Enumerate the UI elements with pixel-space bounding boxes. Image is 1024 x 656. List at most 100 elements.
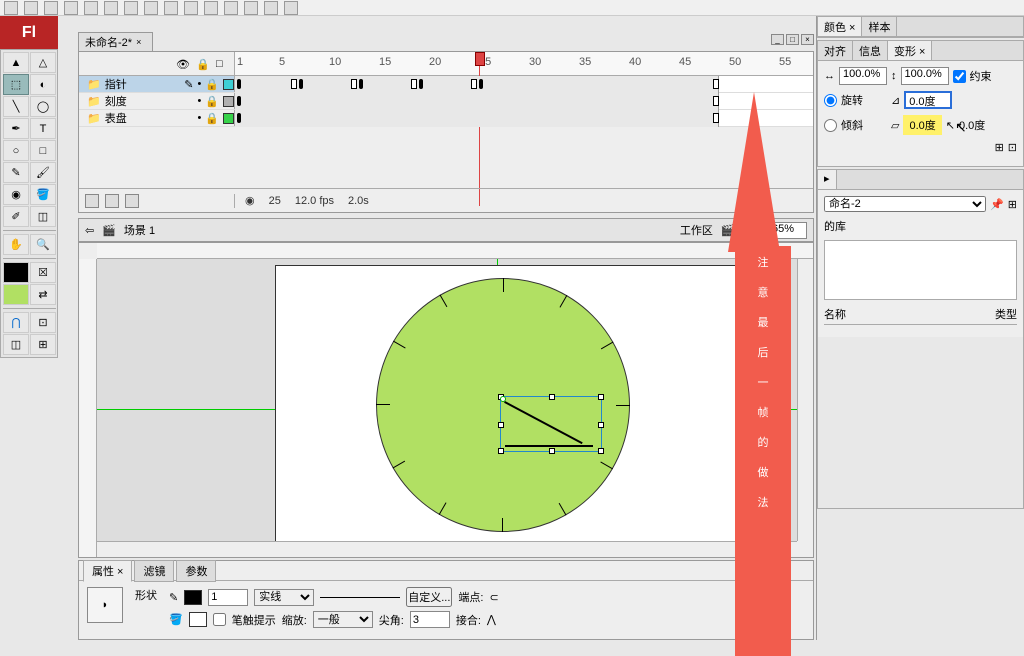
document-tab[interactable]: 未命名-2* × [78, 32, 153, 51]
gradient-tool[interactable]: ◐ [30, 74, 56, 95]
menu-icon[interactable] [284, 1, 298, 15]
stroke-style[interactable]: 实线 [254, 589, 314, 606]
onion-icon[interactable]: ◉ [245, 194, 255, 207]
layer-row-dial[interactable]: 📁表盘•🔒 [79, 110, 813, 127]
scale-select[interactable]: 一般 [313, 611, 373, 628]
snap-tool[interactable]: ⋂ [3, 312, 29, 333]
restore-icon[interactable]: □ [786, 34, 799, 45]
workspace-label[interactable]: 工作区 [680, 222, 713, 238]
text-tool[interactable]: T [30, 118, 56, 139]
opt-tool[interactable]: ⊡ [30, 312, 56, 333]
copy-transform-icon[interactable]: ⊞ [995, 141, 1004, 154]
menu-icon[interactable] [24, 1, 38, 15]
opt-tool2[interactable]: ◫ [3, 334, 29, 355]
stroke-width[interactable] [208, 589, 248, 606]
ink-tool[interactable]: ◉ [3, 184, 29, 205]
menu-icon[interactable] [264, 1, 278, 15]
menu-icon[interactable] [64, 1, 78, 15]
lasso-tool[interactable]: ◯ [30, 96, 56, 117]
reset-transform-icon[interactable]: ⊡ [1008, 141, 1017, 154]
col-name[interactable]: 名称 [824, 306, 991, 322]
selection-tool[interactable]: ▲ [3, 52, 29, 73]
lock-icon[interactable]: 🔒 [196, 58, 208, 70]
selection-bbox[interactable] [500, 396, 602, 452]
col-type[interactable]: 类型 [995, 306, 1017, 322]
close-doc-icon[interactable]: × [801, 34, 814, 45]
transform-origin[interactable] [500, 396, 506, 402]
constrain-check[interactable] [953, 70, 966, 83]
menu-icon[interactable] [124, 1, 138, 15]
menu-icon[interactable] [4, 1, 18, 15]
tab-library[interactable]: ▸ [818, 170, 837, 189]
fill-color[interactable] [189, 612, 207, 627]
rotate-input[interactable]: 0.0度 [904, 91, 952, 109]
fill-swatch[interactable] [3, 284, 29, 305]
edit-symbol-icon[interactable]: ◈ [743, 224, 751, 237]
delete-layer-icon[interactable] [125, 194, 139, 208]
zoom-tool[interactable]: 🔍 [30, 234, 56, 255]
scrollbar-horizontal[interactable] [97, 541, 797, 557]
menu-icon[interactable] [144, 1, 158, 15]
line-tool[interactable]: ╲ [3, 96, 29, 117]
free-transform-tool[interactable]: ⬚ [3, 74, 29, 95]
new-folder-icon[interactable] [105, 194, 119, 208]
rect-tool[interactable]: □ [30, 140, 56, 161]
menu-icon[interactable] [244, 1, 258, 15]
minimize-icon[interactable]: _ [771, 34, 784, 45]
opt-tool3[interactable]: ⊞ [30, 334, 56, 355]
menu-icon[interactable] [44, 1, 58, 15]
zoom-input[interactable]: 65% [759, 222, 807, 239]
rotate-radio[interactable] [824, 94, 837, 107]
pen-tool[interactable]: ✒ [3, 118, 29, 139]
tab-transform[interactable]: 变形 × [888, 41, 932, 60]
miter-input[interactable] [410, 611, 450, 628]
oval-tool[interactable]: ○ [3, 140, 29, 161]
scale-w-input[interactable]: 100.0% [839, 67, 887, 85]
tab-swatches[interactable]: 样本 [862, 17, 897, 36]
menu-icon[interactable] [164, 1, 178, 15]
tab-color[interactable]: 颜色 × [818, 17, 862, 36]
subselect-tool[interactable]: △ [30, 52, 56, 73]
menu-icon[interactable] [224, 1, 238, 15]
scrollbar-vertical[interactable] [797, 259, 813, 541]
canvas[interactable] [97, 259, 797, 541]
none-swatch[interactable]: ☒ [30, 262, 56, 283]
eraser-tool[interactable]: ◫ [30, 206, 56, 227]
edit-scene-icon[interactable]: 🎬 [721, 224, 735, 237]
layer-row-pointer[interactable]: 📁指针✎•🔒 [79, 76, 813, 93]
ruler-horizontal[interactable] [97, 243, 813, 259]
custom-button[interactable]: 自定义... [406, 587, 452, 607]
close-icon[interactable]: × [136, 37, 146, 47]
back-icon[interactable]: ⇦ [85, 224, 94, 237]
new-layer-icon[interactable] [85, 194, 99, 208]
tab-filters[interactable]: 滤镜 [134, 560, 174, 582]
menu-icon[interactable] [104, 1, 118, 15]
menu-icon[interactable] [84, 1, 98, 15]
new-lib-icon[interactable]: ⊞ [1008, 198, 1017, 211]
dropper-tool[interactable]: ✐ [3, 206, 29, 227]
stage[interactable] [275, 265, 745, 541]
skew-radio[interactable] [824, 119, 837, 132]
stroke-swatch[interactable] [3, 262, 29, 283]
frame-ruler[interactable]: 1510152025303540455055 [235, 52, 813, 75]
tab-params[interactable]: 参数 [176, 560, 216, 582]
scene-label[interactable]: 场景 1 [124, 222, 155, 238]
pin-icon[interactable]: 📌 [990, 198, 1004, 211]
pencil-tool[interactable]: ✎ [3, 162, 29, 183]
library-doc-select[interactable]: 命名-2 [824, 196, 986, 212]
tab-properties[interactable]: 属性 × [83, 560, 132, 582]
stroke-color[interactable] [184, 590, 202, 605]
outline-icon[interactable]: □ [216, 58, 228, 70]
layer-row-ticks[interactable]: 📁刻度•🔒 [79, 93, 813, 110]
eye-icon[interactable]: 👁 [176, 58, 188, 70]
brush-tool[interactable]: 🖌 [30, 162, 56, 183]
stroke-hint-check[interactable] [213, 613, 226, 626]
tab-align[interactable]: 对齐 [818, 41, 853, 60]
ruler-vertical[interactable] [79, 259, 97, 557]
scale-h-input[interactable]: 100.0% [901, 67, 949, 85]
tab-info[interactable]: 信息 [853, 41, 888, 60]
menu-icon[interactable] [184, 1, 198, 15]
hand-tool[interactable]: ✋ [3, 234, 29, 255]
swap-swatch[interactable]: ⇄ [30, 284, 56, 305]
bucket-tool[interactable]: 🪣 [30, 184, 56, 205]
